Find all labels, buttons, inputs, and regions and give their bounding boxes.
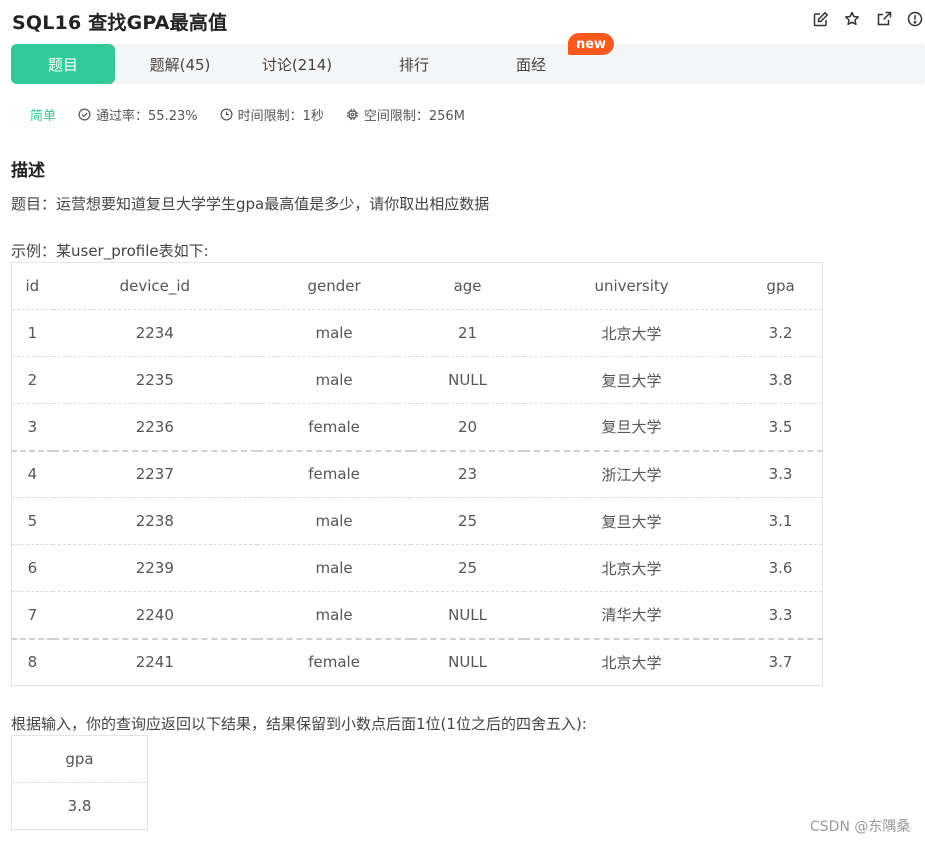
table-cell: 3.7	[768, 653, 793, 672]
problem-meta: 简单 通过率：55.23% 时间限制：1秒 空间限制：256M	[30, 104, 487, 124]
table-cell: NULL	[411, 356, 524, 404]
table-cell: 清华大学	[523, 591, 740, 640]
chip-icon	[346, 108, 358, 120]
time-limit-label: 时间限制：1秒	[237, 108, 324, 124]
table-cell: 3.2	[739, 309, 823, 357]
table-cell: 北京大学	[601, 653, 662, 672]
space-limit-label: 空间限制：256M	[363, 108, 465, 124]
table-cell: 2241	[135, 653, 174, 672]
table-cell: 复旦大学	[523, 356, 740, 404]
table-cell: 23	[411, 450, 524, 498]
title-actions	[812, 10, 924, 30]
page-title: SQL16 查找GPA最高值	[12, 11, 228, 34]
column-header: gpa	[11, 735, 148, 783]
table-cell: NULL	[448, 653, 488, 672]
table-row: 8 2241 female NULL 北京大学 3.7	[12, 639, 823, 686]
table-row: 1 2234 male 21 北京大学 3.2	[11, 309, 823, 357]
table-cell: 2234	[52, 309, 257, 357]
table-cell: male	[256, 309, 412, 357]
table-cell: 3.8	[67, 797, 92, 815]
table-cell: 2	[11, 356, 53, 404]
table-cell: 3.8	[739, 356, 823, 404]
table-cell: female	[256, 403, 412, 452]
description-heading: 描述	[11, 161, 45, 181]
table-cell: male	[256, 356, 412, 404]
table-cell: 3	[11, 403, 53, 452]
tab-problem[interactable]: 题目	[11, 44, 115, 84]
space-limit: 空间限制：256M	[346, 105, 465, 124]
table-cell: 3.3	[739, 450, 823, 498]
table-row: 7 2240 male NULL 清华大学 3.3	[11, 591, 823, 640]
result-intro: 根据输入，你的查询应返回以下结果，结果保留到小数点后面1位(1位之后的四舍五入)…	[11, 715, 587, 733]
table-cell: 21	[411, 309, 524, 357]
table-cell: 2240	[52, 591, 257, 640]
table-cell: 2239	[52, 544, 257, 592]
table-row: 3 2236 female 20 复旦大学 3.5	[11, 403, 823, 452]
table-cell: 1	[11, 309, 53, 357]
watermark: CSDN @东隅桑	[810, 819, 911, 835]
table-row: 6 2239 male 25 北京大学 3.6	[11, 544, 823, 592]
table-cell: male	[256, 591, 412, 640]
table-cell: 5	[11, 497, 53, 545]
table-cell: 7	[11, 591, 53, 640]
table-row: 4 2237 female 23 浙江大学 3.3	[11, 450, 823, 498]
check-circle-icon	[78, 108, 91, 120]
column-header: gpa	[739, 262, 823, 310]
table-cell: 3.5	[739, 403, 823, 452]
table-cell: 复旦大学	[523, 403, 740, 452]
column-header: university	[523, 262, 740, 310]
result-table: gpa 3.8	[11, 735, 148, 830]
table-cell: 4	[11, 450, 53, 498]
new-badge: new	[568, 33, 614, 55]
table-cell: 25	[411, 544, 524, 592]
table-cell: 复旦大学	[523, 497, 740, 545]
tab-solutions[interactable]: 题解(45)	[115, 44, 245, 84]
table-header-row: id device_id gender age university gpa	[11, 262, 823, 310]
table-cell: 3.6	[739, 544, 823, 592]
table-cell: 2238	[52, 497, 257, 545]
table-cell: male	[256, 497, 412, 545]
star-icon[interactable]	[843, 10, 861, 28]
table-cell: 20	[411, 403, 524, 452]
time-limit: 时间限制：1秒	[220, 105, 324, 124]
title-bar: SQL16 查找GPA最高值	[12, 6, 227, 36]
column-header: gender	[256, 262, 412, 310]
tab-bar: 题目 题解(45) 讨论(214) 排行 面经	[11, 44, 925, 84]
table-cell: 北京大学	[523, 544, 740, 592]
pass-rate: 通过率：55.23%	[78, 105, 198, 124]
table-cell: 3.3	[739, 591, 823, 640]
difficulty-badge: 简单	[30, 108, 57, 124]
table-cell: 2236	[52, 403, 257, 452]
table-cell: 6	[11, 544, 53, 592]
tab-ranking[interactable]: 排行	[349, 44, 479, 84]
edit-icon[interactable]	[812, 10, 830, 28]
table-cell: female	[308, 653, 360, 672]
alert-icon[interactable]	[906, 10, 924, 28]
table-row: 5 2238 male 25 复旦大学 3.1	[11, 497, 823, 545]
external-link-icon[interactable]	[875, 10, 893, 28]
tab-discussion[interactable]: 讨论(214)	[245, 44, 349, 84]
table-cell: 北京大学	[523, 309, 740, 357]
table-cell: female	[256, 450, 412, 498]
table-cell: 2235	[52, 356, 257, 404]
column-header: id	[11, 262, 53, 310]
column-header: device_id	[52, 262, 257, 310]
question-text: 题目：运营想要知道复旦大学学生gpa最高值是多少，请你取出相应数据	[11, 195, 490, 213]
column-header: age	[411, 262, 524, 310]
table-cell: 8	[27, 653, 38, 672]
clock-icon	[220, 108, 233, 120]
result-row: 3.8	[12, 783, 148, 830]
table-cell: 25	[411, 497, 524, 545]
table-row: 2 2235 male NULL 复旦大学 3.8	[11, 356, 823, 404]
table-cell: 浙江大学	[523, 450, 740, 498]
example-intro: 示例：某user_profile表如下:	[11, 242, 209, 260]
example-table: id device_id gender age university gpa 1…	[11, 262, 823, 686]
table-cell: 3.1	[739, 497, 823, 545]
pass-rate-label: 通过率：55.23%	[96, 108, 198, 124]
result-header-row: gpa	[11, 735, 148, 783]
table-cell: 2237	[52, 450, 257, 498]
table-cell: NULL	[411, 591, 524, 640]
table-cell: male	[256, 544, 412, 592]
